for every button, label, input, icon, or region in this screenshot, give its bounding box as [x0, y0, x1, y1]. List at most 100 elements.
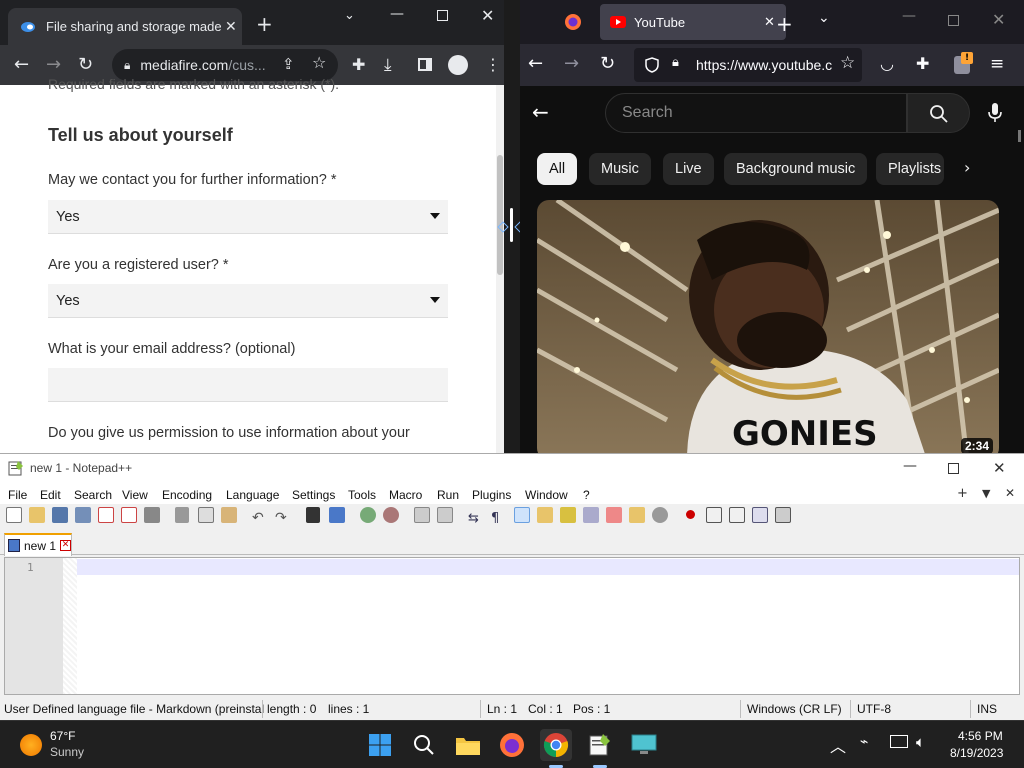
status-encoding[interactable]: UTF-8 — [857, 702, 891, 716]
find-icon[interactable] — [306, 507, 320, 523]
splitter-handle[interactable] — [510, 208, 513, 242]
pocket-icon[interactable]: ◡ — [880, 44, 894, 84]
page-scrollbar-thumb[interactable] — [1018, 130, 1021, 142]
microphone-icon[interactable] — [987, 102, 1003, 124]
chips-next-chevron-right-icon[interactable]: › — [964, 158, 970, 177]
tab-search-chevron-down-icon[interactable]: ⌄ — [344, 8, 355, 23]
registered-user-select[interactable]: Yes — [48, 284, 448, 318]
redo-icon[interactable]: ↷ — [275, 507, 291, 526]
doc-tab-new-1[interactable]: new 1 ✕ — [4, 533, 72, 556]
volume-icon[interactable]: 🔈︎ — [916, 733, 925, 751]
start-button[interactable] — [364, 729, 396, 761]
zoom-in-icon[interactable] — [360, 507, 376, 523]
doc-list-icon[interactable] — [583, 507, 599, 523]
word-wrap-icon[interactable]: ⇆ — [468, 507, 484, 526]
stop-macro-icon[interactable] — [706, 507, 722, 523]
new-tab-icon[interactable]: + — [256, 12, 273, 36]
network-disconnected-icon[interactable]: ⌁ — [860, 734, 868, 750]
menu-view[interactable]: View — [122, 488, 148, 502]
save-icon[interactable] — [52, 507, 68, 523]
minimize-icon[interactable]: — — [903, 458, 917, 474]
doc-map-icon[interactable] — [560, 507, 576, 523]
save-all-icon[interactable] — [75, 507, 91, 523]
tracking-shield-icon[interactable] — [644, 57, 660, 73]
sync-vertical-icon[interactable] — [414, 507, 430, 523]
replace-icon[interactable] — [329, 507, 345, 523]
maximize-icon[interactable] — [948, 15, 959, 26]
firefox-address-bar[interactable]: https://www.youtube.c — [634, 48, 862, 82]
npp-dropdown-icon[interactable]: ▼ — [982, 487, 990, 500]
cut-icon[interactable] — [175, 507, 189, 523]
zoom-out-icon[interactable] — [383, 507, 399, 523]
npp-add-icon[interactable]: + — [957, 486, 968, 501]
minimize-icon[interactable]: — — [390, 6, 404, 22]
menu-file[interactable]: File — [8, 488, 27, 502]
notepad-plus-plus-taskbar-button[interactable] — [584, 729, 616, 761]
folder-as-workspace-icon[interactable] — [629, 507, 645, 523]
show-hidden-icons-chevron-up-icon[interactable]: ︿ — [830, 733, 846, 757]
youtube-back-arrow-icon[interactable]: ← — [532, 100, 549, 124]
menu-settings[interactable]: Settings — [292, 488, 335, 502]
close-all-icon[interactable] — [121, 507, 137, 523]
indent-guide-icon[interactable] — [514, 507, 530, 523]
copy-icon[interactable] — [198, 507, 214, 523]
monitoring-icon[interactable] — [652, 507, 668, 523]
back-arrow-icon[interactable]: ← — [528, 44, 543, 84]
close-window-icon[interactable]: ✕ — [992, 10, 1005, 29]
close-window-icon[interactable]: ✕ — [993, 459, 1006, 477]
npp-close-doc-icon[interactable]: ✕ — [1005, 486, 1015, 500]
paste-icon[interactable] — [221, 507, 237, 523]
chrome-tab-mediafire[interactable]: File sharing and storage made s ✕ — [8, 8, 242, 45]
menu-plugins[interactable]: Plugins — [472, 488, 511, 502]
menu-search[interactable]: Search — [74, 488, 112, 502]
menu-encoding[interactable]: Encoding — [162, 488, 212, 502]
close-tab-icon[interactable]: ✕ — [60, 540, 72, 551]
reload-icon[interactable]: ↻ — [600, 44, 615, 84]
close-window-icon[interactable]: ✕ — [481, 6, 494, 25]
chip-playlists[interactable]: Playlists — [876, 153, 944, 185]
forward-arrow-icon[interactable]: → — [564, 44, 579, 84]
bookmark-star-icon[interactable]: ☆ — [312, 53, 326, 72]
menu-tools[interactable]: Tools — [348, 488, 376, 502]
back-arrow-icon[interactable]: ← — [14, 45, 29, 85]
extensions-puzzle-icon[interactable]: ✚ — [916, 44, 929, 84]
print-icon[interactable] — [144, 507, 160, 523]
minimize-icon[interactable]: — — [902, 8, 916, 24]
youtube-search-button[interactable] — [907, 93, 970, 133]
contact-permission-select[interactable]: Yes — [48, 200, 448, 234]
undo-icon[interactable]: ↶ — [252, 507, 268, 526]
page-scrollbar-thumb[interactable] — [497, 155, 503, 275]
maximize-icon[interactable] — [948, 463, 959, 474]
firefox-view-icon[interactable] — [564, 13, 582, 31]
udl-icon[interactable] — [537, 507, 553, 523]
menu-edit[interactable]: Edit — [40, 488, 61, 502]
firefox-tab-youtube[interactable]: YouTube ✕ — [600, 4, 786, 40]
new-file-icon[interactable] — [6, 507, 22, 523]
npp-editor[interactable]: 1 — [4, 557, 1020, 695]
remote-desktop-taskbar-button[interactable] — [628, 729, 660, 761]
share-icon[interactable]: ⇪ — [282, 55, 295, 73]
clock-time[interactable]: 4:56 PM — [958, 729, 1003, 743]
weather-widget[interactable]: 67°F Sunny — [12, 727, 122, 763]
clock-date[interactable]: 8/19/2023 — [950, 746, 1003, 760]
file-explorer-button[interactable] — [452, 729, 484, 761]
record-macro-icon[interactable] — [683, 507, 699, 523]
extensions-puzzle-icon[interactable]: ✚ — [352, 45, 365, 85]
play-macro-icon[interactable] — [729, 507, 745, 523]
status-eol[interactable]: Windows (CR LF) — [747, 702, 842, 716]
email-field[interactable] — [48, 368, 448, 402]
run-macro-multiple-icon[interactable] — [752, 507, 768, 523]
menu-run[interactable]: Run — [437, 488, 459, 502]
list-all-tabs-chevron-down-icon[interactable]: ⌄ — [818, 10, 830, 26]
display-icon[interactable] — [890, 735, 908, 748]
maximize-icon[interactable] — [437, 10, 448, 21]
menu-macro[interactable]: Macro — [389, 488, 422, 502]
profile-avatar-icon[interactable] — [448, 55, 468, 75]
bookmark-star-icon[interactable]: ☆ — [840, 53, 855, 73]
status-insert-mode[interactable]: INS — [977, 702, 997, 716]
youtube-search-input[interactable]: Search — [605, 93, 907, 133]
firefox-taskbar-button[interactable] — [496, 729, 528, 761]
side-panel-icon[interactable] — [418, 58, 432, 71]
hamburger-menu-icon[interactable]: ≡ — [990, 44, 1004, 84]
close-file-icon[interactable] — [98, 507, 114, 523]
